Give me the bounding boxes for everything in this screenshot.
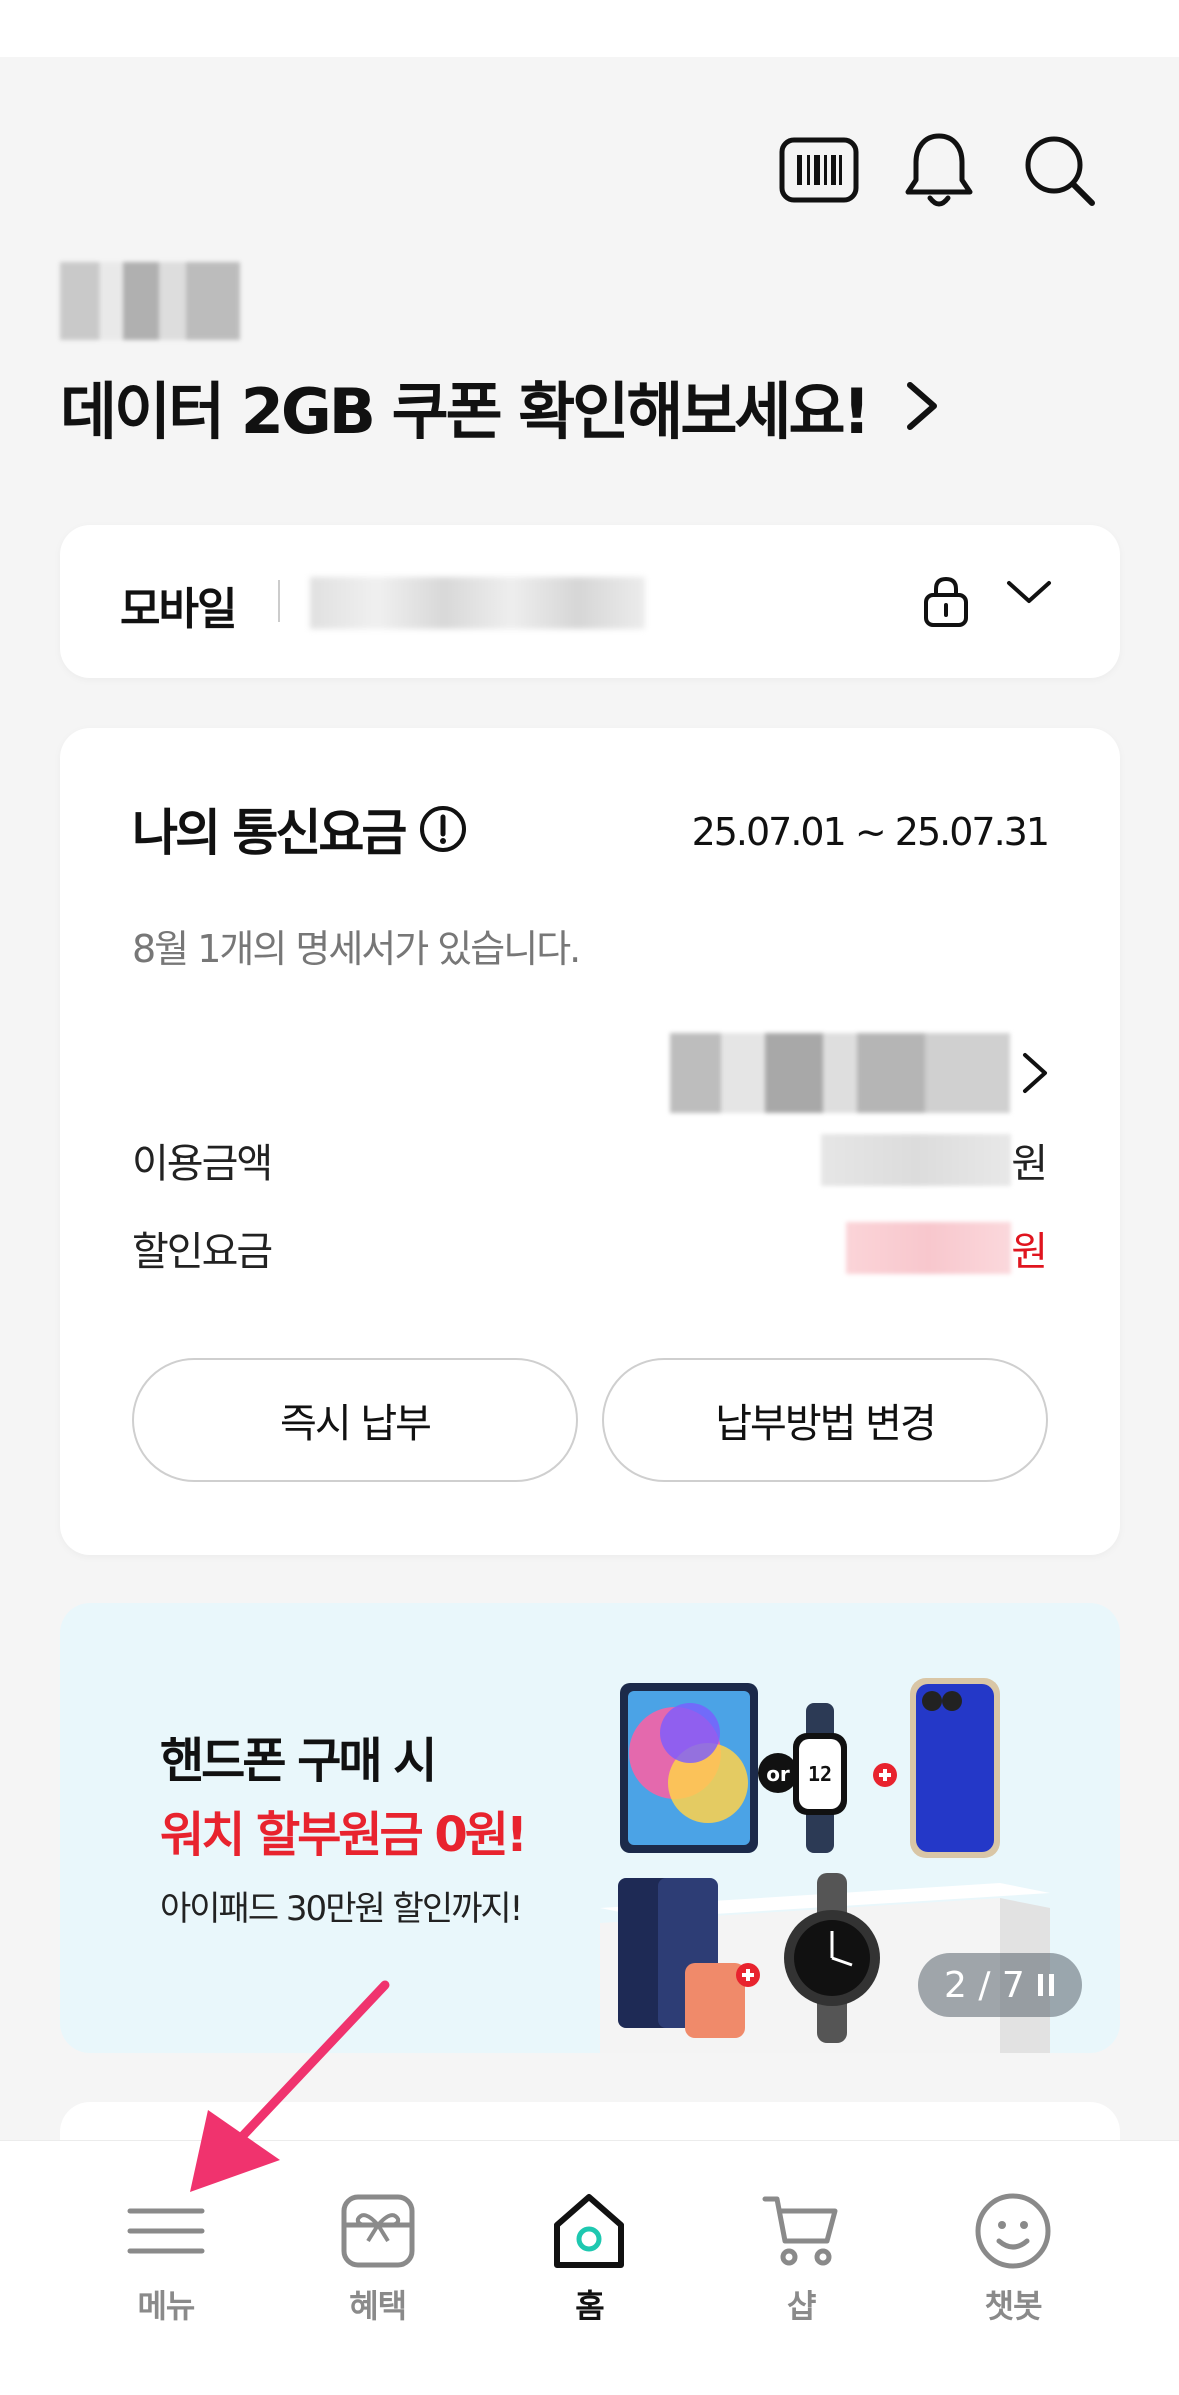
banner-line-3: 아이패드 30만원 할인까지!	[160, 1889, 523, 1929]
barcode-icon[interactable]	[779, 130, 859, 210]
gift-icon	[341, 2194, 415, 2268]
hamburger-menu-icon	[127, 2208, 205, 2254]
banner-line-2: 워치 할부원금 0원!	[160, 1807, 528, 1863]
top-icon-bar	[779, 130, 1099, 210]
discount-label: 할인요금	[132, 1229, 273, 1275]
currency-unit: 원	[1011, 1229, 1048, 1275]
pause-icon[interactable]	[1036, 1972, 1056, 1998]
tab-home-label: 홈	[575, 2287, 604, 2325]
svg-text:or: or	[766, 1762, 790, 1786]
discount-value: 원	[846, 1219, 1048, 1277]
divider	[278, 580, 280, 622]
tab-shop-label: 샵	[787, 2287, 816, 2325]
banner-line-1: 핸드폰 구매 시	[160, 1733, 437, 1789]
statement-notice: 8월 1개의 명세서가 있습니다.	[132, 927, 581, 971]
discount-row: 할인요금 원	[132, 1218, 1048, 1278]
tab-benefits-label: 혜택	[349, 2287, 407, 2325]
line-selector[interactable]: 모바일	[60, 525, 1120, 678]
tab-chatbot-label: 챗봇	[984, 2287, 1043, 2325]
chevron-right-icon[interactable]	[1020, 1050, 1050, 1096]
tab-menu[interactable]: 메뉴	[101, 2191, 231, 2395]
bill-title-text: 나의 통신요금	[132, 804, 407, 862]
chevron-down-icon[interactable]	[1005, 577, 1053, 607]
bell-icon[interactable]	[899, 130, 979, 210]
total-amount-blurred[interactable]	[670, 1033, 1010, 1113]
usage-label: 이용금액	[132, 1141, 273, 1187]
billing-period: 25.07.01 ~ 25.07.31	[691, 810, 1050, 854]
home-icon	[554, 2194, 625, 2268]
tab-home[interactable]: 홈	[524, 2191, 654, 2395]
search-icon[interactable]	[1019, 130, 1099, 210]
smiley-chatbot-icon	[975, 2193, 1051, 2269]
coupon-headline[interactable]: 데이터 2GB 쿠폰 확인해보세요!	[60, 358, 940, 454]
usage-amount-blurred	[821, 1134, 1012, 1186]
lock-icon[interactable]	[922, 575, 970, 627]
phone-number-blurred	[310, 577, 645, 629]
status-bar	[0, 0, 1179, 57]
pager-count: 2 / 7	[944, 1964, 1025, 2006]
usage-row: 이용금액 원	[132, 1130, 1048, 1190]
currency-unit: 원	[1011, 1141, 1048, 1187]
tab-menu-label: 메뉴	[137, 2287, 195, 2325]
cart-icon	[762, 2196, 838, 2266]
user-name-blurred	[60, 262, 240, 340]
promo-banner[interactable]: 핸드폰 구매 시 워치 할부원금 0원! 아이패드 30만원 할인까지! or …	[60, 1603, 1120, 2053]
discount-amount-blurred	[846, 1222, 1012, 1274]
tab-benefits[interactable]: 혜택	[313, 2191, 443, 2395]
pay-now-button[interactable]: 즉시 납부	[132, 1358, 578, 1482]
chevron-right-icon	[906, 382, 937, 430]
bottom-tab-bar: 메뉴 혜택 홈 샵 챗봇	[0, 2140, 1179, 2395]
usage-value: 원	[821, 1131, 1048, 1189]
info-icon[interactable]	[418, 804, 468, 854]
change-payment-method-button[interactable]: 납부방법 변경	[602, 1358, 1048, 1482]
line-type-label: 모바일	[120, 584, 237, 635]
tab-chatbot[interactable]: 챗봇	[948, 2191, 1078, 2395]
banner-pager[interactable]: 2 / 7	[918, 1953, 1082, 2017]
bill-card: 나의 통신요금 25.07.01 ~ 25.07.31 8월 1개의 명세서가 …	[60, 728, 1120, 1555]
svg-text:12: 12	[808, 1762, 832, 1786]
coupon-headline-text: 데이터 2GB 쿠폰 확인해보세요!	[60, 375, 871, 448]
bill-title: 나의 통신요금	[132, 793, 468, 865]
tab-shop[interactable]: 샵	[736, 2191, 866, 2395]
